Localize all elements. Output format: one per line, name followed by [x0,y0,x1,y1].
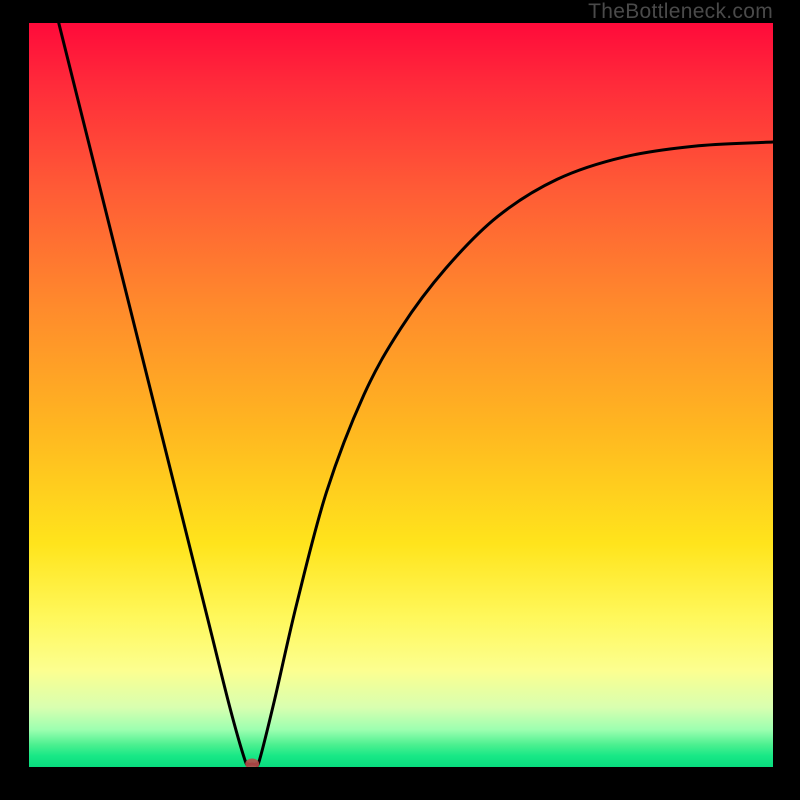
curve-svg [29,23,773,767]
chart-frame: TheBottleneck.com [0,0,800,800]
bottleneck-curve [59,23,773,766]
plot-area [29,23,773,767]
minimum-point-marker [245,759,259,767]
watermark-text: TheBottleneck.com [588,0,773,24]
